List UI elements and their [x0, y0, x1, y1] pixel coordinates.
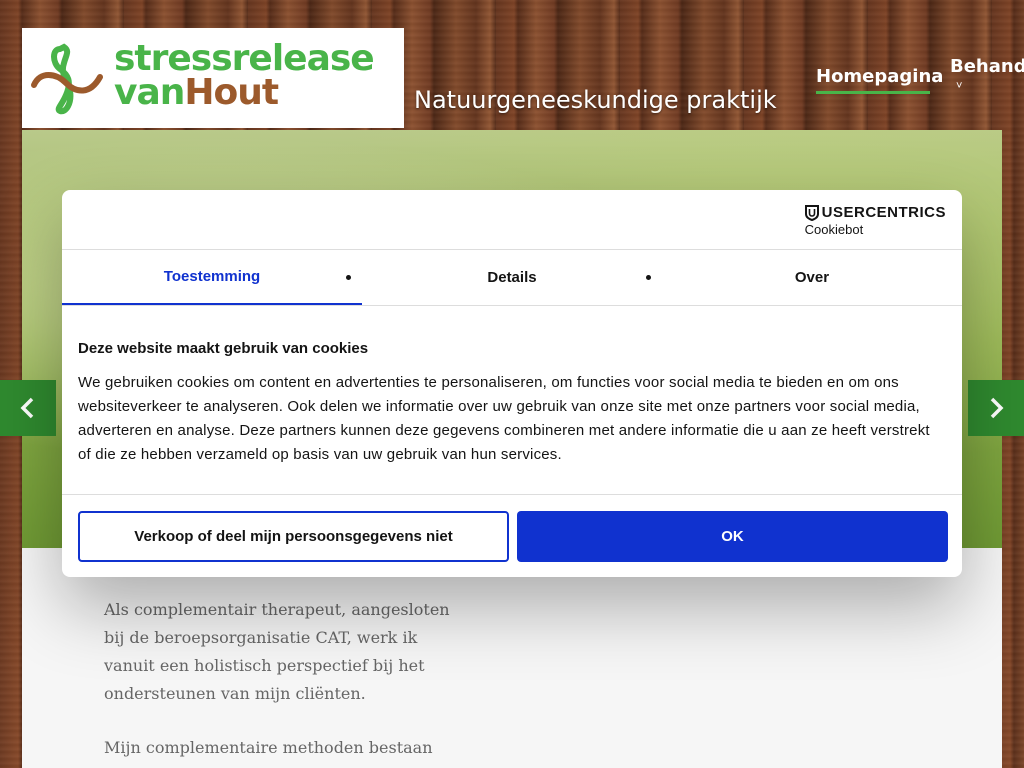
site-logo[interactable]: stressrelease vanHout — [22, 28, 404, 128]
brand-sub: Cookiebot — [804, 222, 864, 237]
logo-icon — [22, 28, 114, 128]
cookiebot-brand[interactable]: USERCENTRICS Cookiebot — [804, 204, 946, 237]
logo-hout: Hout — [184, 72, 279, 113]
slider-prev-button[interactable] — [0, 380, 56, 436]
cookie-tabs: Toestemming Details Over — [62, 250, 962, 306]
cookie-description: We gebruiken cookies om content en adver… — [78, 374, 930, 463]
slider-next-button[interactable] — [968, 380, 1024, 436]
intro-paragraph-2: Mijn complementaire methoden bestaan — [104, 738, 433, 757]
nav-behandelingen[interactable]: Behande — [950, 56, 1024, 77]
ok-button[interactable]: OK — [517, 511, 948, 562]
intro-paragraph-1: Als complementair therapeut, aangesloten… — [104, 600, 450, 703]
cookie-buttons: Verkoop of deel mijn persoonsgegevens ni… — [78, 511, 948, 562]
cookie-body: Deze website maakt gebruik van cookies W… — [62, 306, 962, 495]
tab-over[interactable]: Over — [662, 250, 962, 305]
chevron-down-icon[interactable]: ˅ — [956, 80, 962, 92]
tab-separator-dot — [646, 275, 651, 280]
tab-separator-dot — [346, 275, 351, 280]
cookie-header: USERCENTRICS Cookiebot — [62, 190, 962, 250]
shield-icon — [804, 204, 819, 221]
site-tagline: Natuurgeneeskundige praktijk — [414, 86, 777, 114]
tab-toestemming[interactable]: Toestemming — [62, 250, 362, 305]
cookie-title: Deze website maakt gebruik van cookies — [78, 340, 369, 357]
brand-name: USERCENTRICS — [821, 204, 946, 221]
logo-wordmark: stressrelease vanHout — [114, 41, 375, 113]
nav-home[interactable]: Homepagina — [816, 66, 943, 94]
chevron-right-icon — [990, 397, 1004, 419]
deny-sale-button[interactable]: Verkoop of deel mijn persoonsgegevens ni… — [78, 511, 509, 562]
intro-section: Als complementair therapeut, aangesloten… — [22, 548, 1002, 768]
logo-van: van — [114, 72, 185, 113]
chevron-left-icon — [20, 397, 34, 419]
cookie-consent-dialog: USERCENTRICS Cookiebot Toestemming Detai… — [62, 190, 962, 577]
tab-details[interactable]: Details — [362, 250, 662, 305]
